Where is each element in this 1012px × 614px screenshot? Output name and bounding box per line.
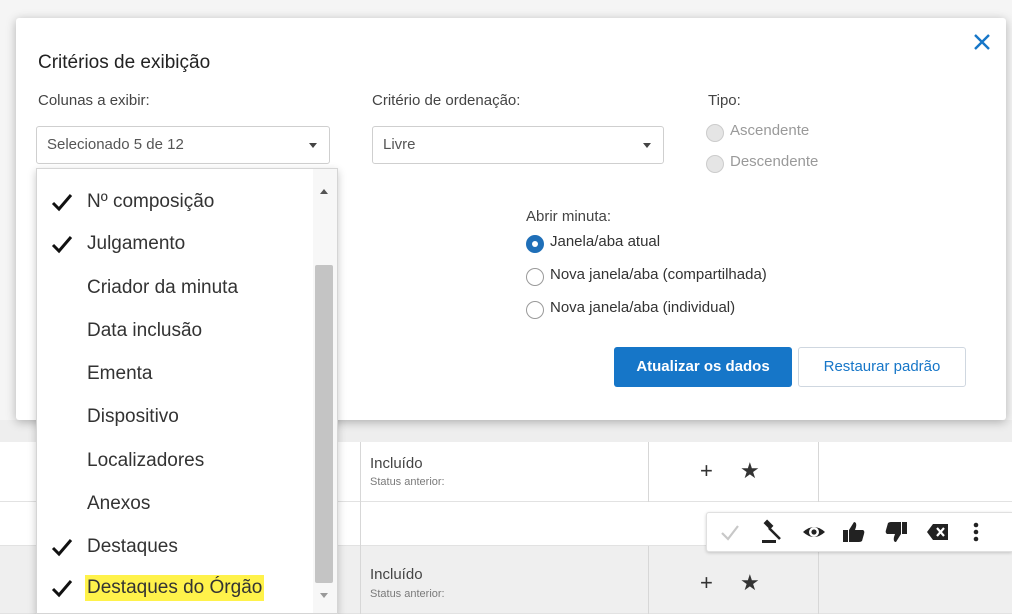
list-item-label: Destaques do Órgão <box>85 575 265 601</box>
restore-default-button[interactable]: Restaurar padrão <box>798 347 966 387</box>
type-label: Tipo: <box>708 92 741 109</box>
radio-new-window-shared[interactable] <box>526 268 544 286</box>
column-divider <box>360 442 361 614</box>
radio-new-window-individual[interactable] <box>526 301 544 319</box>
plus-icon[interactable]: + <box>700 572 713 594</box>
columns-label: Colunas a exibir: <box>38 92 150 109</box>
chevron-down-icon <box>309 143 317 148</box>
list-item-label: Julgamento <box>87 233 186 254</box>
list-item-attachments[interactable]: Anexos <box>37 487 313 527</box>
column-divider <box>648 546 649 614</box>
star-icon[interactable]: ★ <box>740 460 760 482</box>
column-divider <box>818 442 819 502</box>
list-item-organ-highlights[interactable]: Destaques do Órgão <box>37 571 313 611</box>
list-item-label: Dispositivo <box>87 406 179 427</box>
list-item-highlights[interactable]: Destaques <box>37 530 313 570</box>
gavel-icon[interactable] <box>759 519 785 545</box>
status-previous: Status anterior: <box>370 476 445 488</box>
list-item-locators[interactable]: Localizadores <box>37 444 313 484</box>
eye-icon[interactable] <box>801 519 827 545</box>
radio-current-window-label: Janela/aba atual <box>550 233 661 250</box>
radio-descending-label: Descendente <box>730 153 819 170</box>
list-item-inclusion-date[interactable]: Data inclusão <box>37 314 313 354</box>
checkmark-icon <box>51 194 73 212</box>
radio-ascending-label: Ascendente <box>730 122 810 139</box>
sort-label: Critério de ordenação: <box>372 92 521 109</box>
list-item-device[interactable]: Dispositivo <box>37 400 313 440</box>
open-minute-label: Abrir minuta: <box>526 208 612 225</box>
sort-select[interactable]: Livre <box>372 126 664 164</box>
thumbs-up-icon[interactable] <box>841 519 867 545</box>
status-text: Incluído <box>370 566 423 583</box>
column-divider <box>818 546 819 614</box>
list-item-label: Criador da minuta <box>87 277 239 298</box>
row-action-bar <box>706 512 1012 552</box>
list-item-judgment[interactable]: Julgamento <box>37 227 313 267</box>
list-item-label: Localizadores <box>87 450 205 471</box>
more-vertical-icon[interactable] <box>969 519 983 545</box>
star-icon[interactable]: ★ <box>740 572 760 594</box>
check-icon[interactable] <box>719 519 741 545</box>
list-item-minute-creator[interactable]: Criador da minuta <box>37 271 313 311</box>
radio-ascending[interactable] <box>706 124 724 142</box>
columns-select[interactable]: Selecionado 5 de 12 <box>36 126 330 164</box>
modal-title: Critérios de exibição <box>38 52 211 73</box>
checkmark-icon <box>51 580 73 598</box>
columns-select-value: Selecionado 5 de 12 <box>47 136 184 153</box>
status-text: Incluído <box>370 455 423 472</box>
chevron-down-icon <box>643 143 651 148</box>
scroll-down-icon[interactable] <box>320 593 328 598</box>
close-icon[interactable] <box>970 30 994 54</box>
thumbs-down-icon[interactable] <box>883 519 909 545</box>
status-previous: Status anterior: <box>370 588 445 600</box>
list-item-label: Data inclusão <box>87 320 203 341</box>
list-item-summary[interactable]: Ementa <box>37 357 313 397</box>
list-item-composition-number[interactable]: Nº composição <box>37 185 313 225</box>
sort-select-value: Livre <box>383 136 416 153</box>
delete-icon[interactable] <box>925 519 951 545</box>
list-item-label: Ementa <box>87 363 153 384</box>
columns-dropdown-list: Nº composição Julgamento Criador da minu… <box>36 168 338 614</box>
radio-current-window[interactable] <box>526 235 544 253</box>
column-divider <box>648 442 649 502</box>
radio-new-window-individual-label: Nova janela/aba (individual) <box>550 299 736 316</box>
scrollbar-thumb[interactable] <box>315 265 333 583</box>
update-data-button[interactable]: Atualizar os dados <box>614 347 792 387</box>
checkmark-icon <box>51 236 73 254</box>
radio-new-window-shared-label: Nova janela/aba (compartilhada) <box>550 266 767 283</box>
list-item-label: Nº composição <box>87 191 215 212</box>
checkmark-icon <box>51 539 73 557</box>
plus-icon[interactable]: + <box>700 460 713 482</box>
scrollbar[interactable] <box>313 169 337 613</box>
list-item-label: Destaques <box>87 536 178 557</box>
list-item-label: Anexos <box>87 493 151 514</box>
radio-descending[interactable] <box>706 155 724 173</box>
scroll-up-icon[interactable] <box>320 189 328 194</box>
